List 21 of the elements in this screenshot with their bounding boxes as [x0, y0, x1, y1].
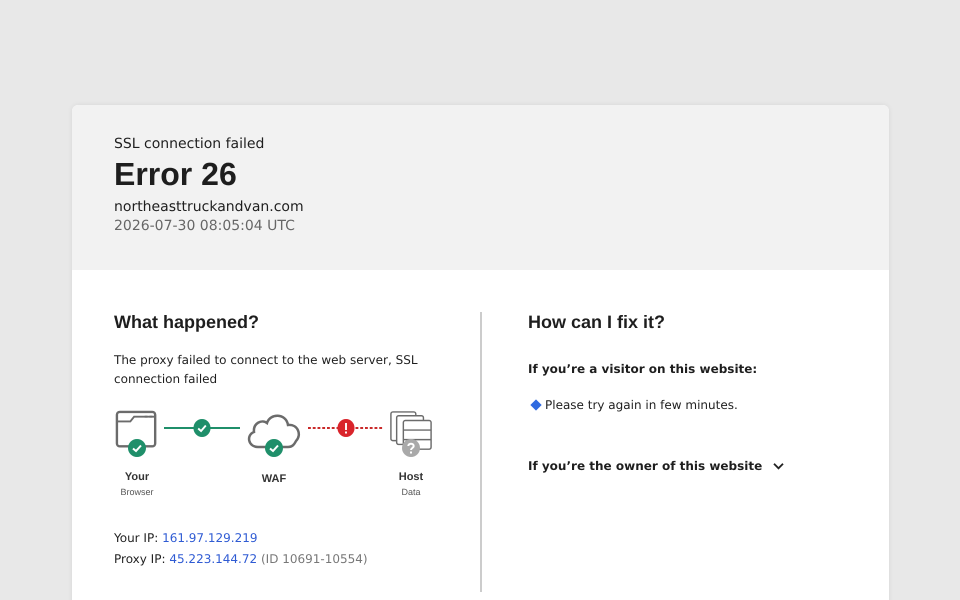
section-heading: What happened? [114, 312, 260, 333]
domain-text: northeasttruckandvan.com [114, 199, 305, 215]
node-sublabel: Browser [120, 487, 154, 497]
visitor-heading: If you’re a visitor on this website: [528, 362, 758, 376]
node-label: WAF [262, 473, 286, 485]
error-title: Error 26 [114, 156, 238, 193]
advice-text: Please try again in few minutes. [545, 398, 738, 412]
ip-label: Proxy IP: [114, 552, 166, 566]
error-subtitle: SSL connection failed [114, 136, 266, 152]
description-text: The proxy failed to connect to the web server, SSL connection failed [114, 352, 419, 388]
chevron-icon [772, 462, 786, 470]
ip-label: Your IP: [114, 531, 158, 545]
timestamp-text: 2026-07-30 08:05:04 UTC [114, 218, 296, 234]
node-label: Your [124, 471, 150, 483]
ip-address: 45.223.144.72 [169, 552, 258, 566]
node-sublabel: Data [401, 487, 420, 497]
ip-address: 161.97.129.219 [162, 531, 258, 545]
owner-section-toggle[interactable]: If you’re the owner of this website [528, 459, 786, 473]
node-label: Host [398, 471, 424, 483]
id-note: (ID 10691-10554) [260, 552, 368, 566]
section-heading: How can I fix it? [528, 312, 666, 333]
